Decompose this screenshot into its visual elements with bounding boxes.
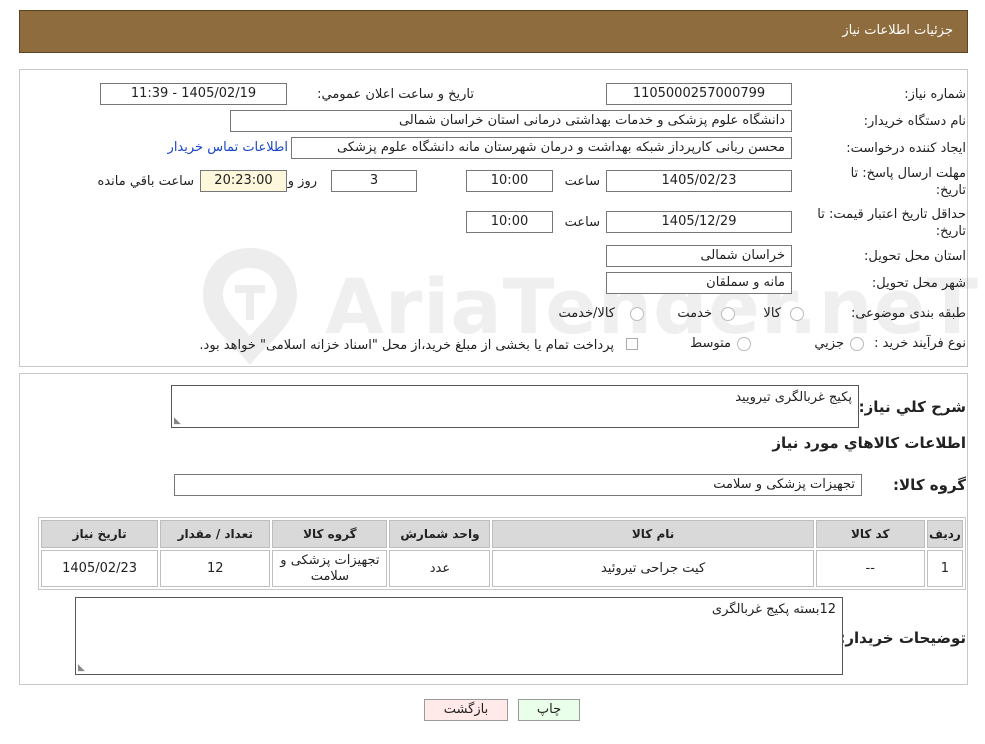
validity-date: 1405/12/29	[606, 211, 792, 233]
resize-grip-icon[interactable]: ◢	[78, 663, 85, 673]
treasury-checkbox[interactable]	[626, 338, 638, 350]
group-value: تجهیزات پزشکی و سلامت	[174, 474, 862, 496]
col-qty: تعداد / مقدار	[160, 520, 271, 548]
summary-textarea[interactable]: پکیج غربالگری تیرویید ◢	[171, 385, 859, 428]
deadline-time: 10:00	[466, 170, 553, 192]
cell-qty: 12	[160, 550, 271, 587]
goods-table: ردیف کد کالا نام کالا واحد شمارش گروه کا…	[38, 517, 966, 590]
table-row: 1 -- کیت جراحی تیروئید عدد تجهیزات پزشکی…	[41, 550, 963, 587]
page-header: جزئیات اطلاعات نیاز	[19, 10, 968, 53]
deadline-days-label: روز و	[287, 174, 317, 189]
col-unit: واحد شمارش	[389, 520, 491, 548]
col-code: کد کالا	[815, 520, 925, 548]
process-note: پرداخت تمام یا بخشی از مبلغ خرید،از محل …	[199, 338, 614, 353]
category-service-radio[interactable]	[721, 307, 735, 321]
category-both-label: کالا/خدمت	[558, 306, 615, 321]
deadline-remaining-label: ساعت باقي مانده	[97, 174, 194, 189]
category-both-radio[interactable]	[630, 307, 644, 321]
cell-name: کیت جراحی تیروئید	[492, 550, 814, 587]
buyer-notes-label: توضیحات خریدار:	[839, 629, 966, 647]
process-medium-radio[interactable]	[737, 337, 751, 351]
need-number-value: 1105000257000799	[606, 83, 792, 105]
cell-code: --	[815, 550, 925, 587]
col-date: تاریخ نیاز	[41, 520, 159, 548]
validity-time: 10:00	[466, 211, 553, 233]
validity-time-label: ساعت	[564, 215, 600, 230]
validity-label: حداقل تاریخ اعتبار قیمت: تا تاریخ:	[817, 207, 966, 239]
goods-info-title: اطلاعات کالاهاي مورد نیاز	[772, 434, 966, 452]
cell-date: 1405/02/23	[41, 550, 159, 587]
print-button[interactable]: چاپ	[518, 699, 580, 721]
province-label: استان محل تحویل:	[864, 249, 966, 264]
need-number-label: شماره نیاز:	[904, 87, 966, 102]
announce-label: تاریخ و ساعت اعلان عمومي:	[317, 87, 474, 102]
group-label: گروه کالا:	[893, 476, 966, 494]
process-small-radio[interactable]	[850, 337, 864, 351]
buyer-value: دانشگاه علوم پزشکی و خدمات بهداشتی درمان…	[230, 110, 792, 132]
process-small-label: جزیي	[814, 336, 844, 351]
buyer-notes-textarea[interactable]: 12بسته پکیج غربالگری ◢	[75, 597, 843, 675]
process-medium-label: متوسط	[690, 336, 731, 351]
creator-value: محسن ربانی کارپرداز شبکه بهداشت و درمان …	[291, 137, 792, 159]
col-name: نام کالا	[492, 520, 814, 548]
cell-row: 1	[926, 550, 963, 587]
category-label: طبقه بندی موضوعی:	[850, 306, 966, 321]
resize-grip-icon[interactable]: ◢	[174, 416, 181, 426]
buyer-contact-link[interactable]: اطلاعات تماس خریدار	[168, 140, 288, 155]
deadline-label: مهلت ارسال پاسخ: تا تاریخ:	[850, 166, 966, 198]
cell-group: تجهیزات پزشکی و سلامت	[272, 550, 388, 587]
province-value: خراسان شمالی	[606, 245, 792, 267]
category-goods-label: کالا	[763, 306, 781, 321]
col-group: گروه کالا	[272, 520, 388, 548]
announce-value: 1405/02/19 - 11:39	[100, 83, 287, 105]
deadline-date: 1405/02/23	[606, 170, 792, 192]
back-button[interactable]: بازگشت	[424, 699, 508, 721]
cell-unit: عدد	[389, 550, 491, 587]
category-service-label: خدمت	[677, 306, 712, 321]
deadline-remaining: 20:23:00	[200, 170, 287, 192]
city-value: مانه و سملقان	[606, 272, 792, 294]
category-goods-radio[interactable]	[790, 307, 804, 321]
process-label: نوع فرآیند خرید :	[874, 336, 966, 351]
city-label: شهر محل تحویل:	[871, 276, 966, 291]
deadline-days: 3	[331, 170, 417, 192]
page-title: جزئیات اطلاعات نیاز	[842, 23, 953, 38]
col-row: ردیف	[926, 520, 963, 548]
summary-text: پکیج غربالگری تیرویید	[735, 390, 852, 405]
buyer-label: نام دستگاه خریدار:	[863, 114, 966, 129]
summary-label: شرح کلي نیاز:	[858, 398, 966, 416]
table-header-row: ردیف کد کالا نام کالا واحد شمارش گروه کا…	[41, 520, 963, 548]
buyer-notes-text: 12بسته پکیج غربالگری	[711, 602, 836, 617]
creator-label: ایجاد کننده درخواست:	[846, 141, 966, 156]
deadline-time-label: ساعت	[564, 174, 600, 189]
